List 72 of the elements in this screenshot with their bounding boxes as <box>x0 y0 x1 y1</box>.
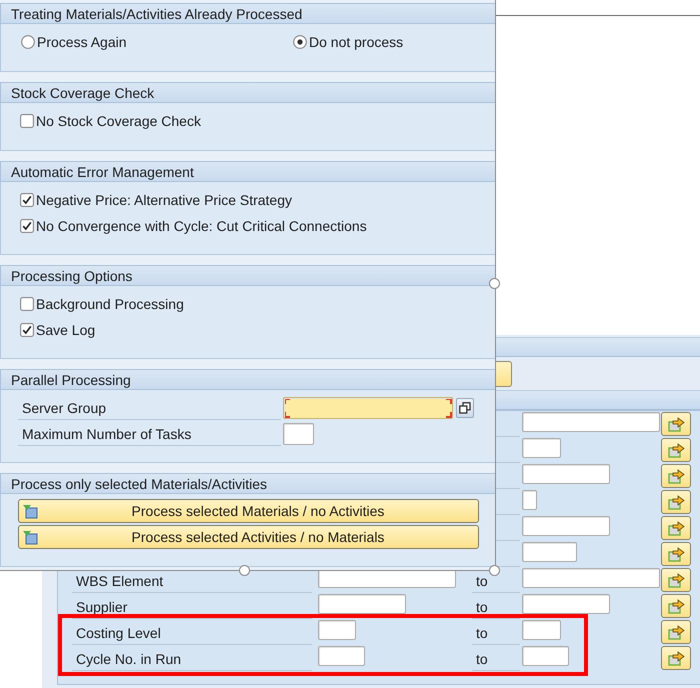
multiple-selection-button[interactable] <box>661 412 691 436</box>
square-icon <box>22 504 38 518</box>
input-field[interactable] <box>283 423 314 445</box>
field-label: Supplier <box>76 599 128 615</box>
multiple-selection-button[interactable] <box>661 568 691 592</box>
value-help-button[interactable] <box>456 398 474 418</box>
multiple-selection-button[interactable] <box>661 490 691 514</box>
group-header: Treating Materials/Activities Already Processed <box>0 3 494 24</box>
arrow-icon <box>668 468 684 484</box>
checkbox[interactable] <box>20 219 34 233</box>
square-icon <box>22 530 38 544</box>
radio-label: Process Again <box>37 34 126 50</box>
arrow-icon <box>668 624 684 640</box>
multiple-selection-button[interactable] <box>661 516 691 540</box>
input-field[interactable] <box>522 620 561 640</box>
group-header: Stock Coverage Check <box>0 82 494 103</box>
resize-handle[interactable] <box>489 278 500 289</box>
input-field[interactable] <box>522 516 610 536</box>
checkbox-label: Background Processing <box>36 296 184 312</box>
checkbox-label: No Stock Coverage Check <box>36 113 201 129</box>
checkbox[interactable] <box>20 193 34 207</box>
input-field[interactable] <box>522 412 660 432</box>
field-label: Maximum Number of Tasks <box>18 422 281 446</box>
input-field[interactable] <box>522 646 569 666</box>
input-field[interactable] <box>522 542 577 562</box>
range-label: to <box>476 651 488 667</box>
multiple-selection-button[interactable] <box>661 620 691 644</box>
checkbox-label: Save Log <box>36 322 96 338</box>
input-field[interactable] <box>522 490 537 510</box>
arrow-icon <box>668 520 684 536</box>
group-header: Automatic Error Management <box>0 161 494 182</box>
checkbox[interactable] <box>20 323 34 337</box>
checkbox[interactable] <box>20 114 34 128</box>
input-field[interactable] <box>522 464 610 484</box>
multiple-selection-button[interactable] <box>661 464 691 488</box>
checkbox-label: No Convergence with Cycle: Cut Critical Connections <box>36 218 367 234</box>
radio-button[interactable] <box>293 35 307 49</box>
input-field[interactable] <box>283 397 453 419</box>
group-header: Processing Options <box>0 265 494 286</box>
multiple-selection-button[interactable] <box>661 646 691 670</box>
input-field[interactable] <box>318 646 365 666</box>
multiple-selection-button[interactable] <box>661 438 691 462</box>
field-label: Cycle No. in Run <box>76 651 182 667</box>
multiple-selection-button[interactable] <box>661 542 691 566</box>
checkbox-label: Negative Price: Alternative Price Strategy <box>36 192 292 208</box>
arrow-icon <box>668 494 684 510</box>
input-field[interactable] <box>522 594 610 614</box>
multiple-selection-button[interactable] <box>661 594 691 618</box>
input-field[interactable] <box>522 438 561 458</box>
arrow-icon <box>668 546 684 562</box>
range-label: to <box>476 573 488 589</box>
checkbox[interactable] <box>20 297 34 311</box>
range-label: to <box>476 625 488 641</box>
arrow-icon <box>668 442 684 458</box>
process-button[interactable]: Process selected Materials / no Activities <box>18 499 479 523</box>
arrow-icon <box>668 598 684 614</box>
input-field[interactable] <box>522 568 660 588</box>
group-header: Parallel Processing <box>0 369 494 390</box>
arrow-icon <box>668 416 684 432</box>
arrow-icon <box>668 572 684 588</box>
radio-button[interactable] <box>21 35 35 49</box>
range-label: to <box>476 599 488 615</box>
field-label: Costing Level <box>76 625 161 641</box>
arrow-icon <box>668 650 684 666</box>
input-field[interactable] <box>318 620 356 640</box>
overlapping-squares-icon <box>459 402 471 414</box>
radio-label: Do not process <box>309 34 404 50</box>
input-field[interactable] <box>318 594 406 614</box>
process-button[interactable]: Process selected Activities / no Materials <box>18 525 479 549</box>
field-label: Server Group <box>18 396 281 420</box>
field-label: WBS Element <box>76 573 164 589</box>
group-header: Process only selected Materials/Activities <box>0 473 494 494</box>
